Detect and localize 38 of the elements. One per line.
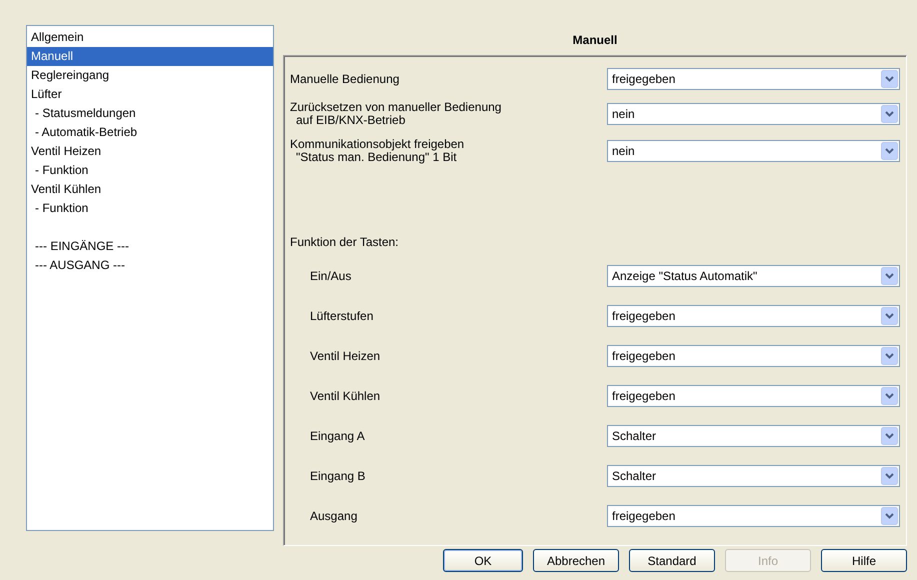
dropdown[interactable]: freigegeben (607, 345, 900, 367)
dropdown[interactable]: nein (607, 140, 900, 162)
dropdown[interactable]: freigegeben (607, 505, 900, 527)
setting-label: Manuelle Bedienung (290, 72, 400, 86)
setting-label: Ventil Kühlen (309, 390, 380, 402)
dropdown[interactable]: Anzeige "Status Automatik" (607, 265, 900, 287)
setting-label: Eingang B (309, 470, 366, 482)
dialog-button[interactable]: OK (443, 549, 523, 572)
setting-label: Eingang A (309, 430, 365, 442)
group-heading: Funktion der Tasten: (290, 235, 400, 249)
tree-item[interactable]: Reglereingang (27, 66, 273, 85)
dialog-button[interactable]: Standard (629, 549, 715, 572)
dialog-button[interactable]: Hilfe (821, 549, 907, 572)
dropdown[interactable]: freigegeben (607, 68, 900, 90)
setting-label: Ventil Heizen (309, 350, 380, 362)
tree-item[interactable]: - Funktion (27, 199, 273, 218)
tree-item[interactable]: Manuell (27, 47, 273, 66)
setting-label: Ausgang (309, 510, 358, 522)
dropdown[interactable]: Schalter (607, 465, 900, 487)
tree-item[interactable]: - Funktion (27, 161, 273, 180)
dropdown[interactable]: freigegeben (607, 305, 900, 327)
dropdown[interactable]: freigegeben (607, 385, 900, 407)
tree-item[interactable]: Allgemein (27, 28, 273, 47)
dialog-button[interactable]: Abbrechen (533, 549, 619, 572)
tree-item[interactable]: --- AUSGANG --- (27, 256, 273, 275)
tree-item[interactable]: - Automatik-Betrieb (27, 123, 273, 142)
tree-item[interactable]: --- EINGÄNGE --- (27, 237, 273, 256)
tree-item[interactable]: Ventil Kühlen (27, 180, 273, 199)
setting-label: Lüfterstufen (309, 310, 374, 322)
dropdown[interactable]: Schalter (607, 425, 900, 447)
setting-label: Ein/Aus (309, 270, 352, 282)
tree-item[interactable]: Lüfter (27, 85, 273, 104)
setting-label: Zurücksetzen von manueller Bedienung auf EIB/KNX-Betrieb (290, 101, 502, 127)
dropdown[interactable]: nein (607, 103, 900, 125)
tree-item[interactable]: - Statusmeldungen (27, 104, 273, 123)
setting-label: Kommunikationsobjekt freigeben "Status man. Bedienung" 1 Bit (290, 138, 464, 164)
tree-item[interactable]: Ventil Heizen (27, 142, 273, 161)
page-title: Manuell (572, 32, 618, 49)
